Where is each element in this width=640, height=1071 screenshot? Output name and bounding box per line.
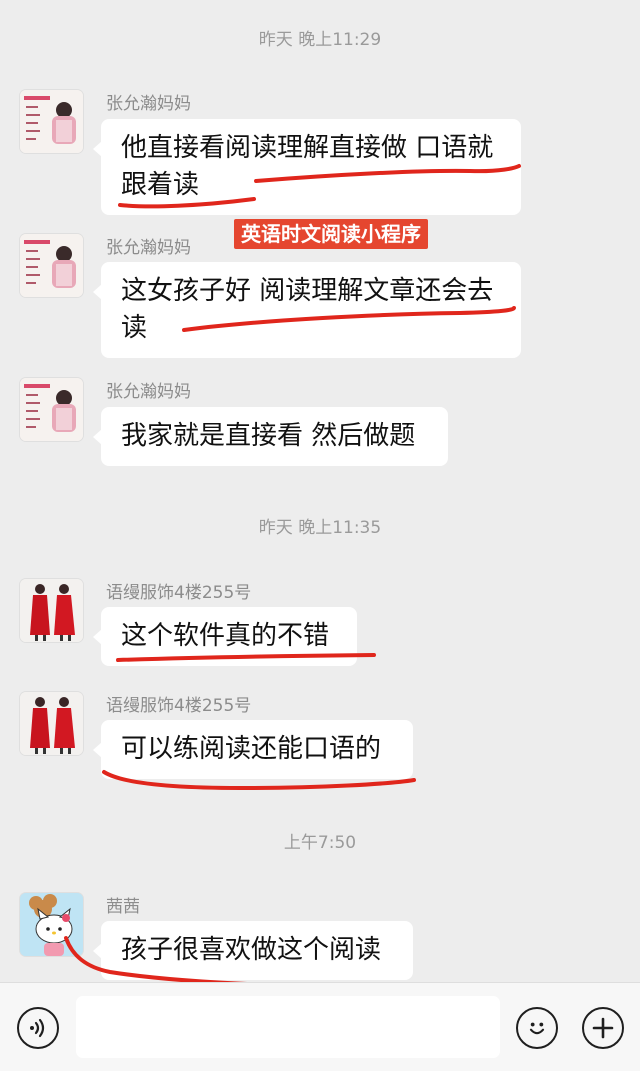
message-bubble[interactable]: 这女孩子好 阅读理解文章还会去读 xyxy=(93,262,521,358)
voice-icon xyxy=(30,1018,45,1038)
sender-name: 茜茜 xyxy=(106,897,140,917)
sender-name: 语缦服饰4楼255号 xyxy=(106,696,252,716)
input-bar xyxy=(0,982,640,1071)
avatar-photo-icon xyxy=(20,378,83,441)
plus-icon xyxy=(592,1017,614,1039)
sender-name: 张允瀚妈妈 xyxy=(106,238,191,258)
message-bubble[interactable]: 他直接看阅读理解直接做 口语就跟着读 xyxy=(93,119,521,215)
hello-kitty-avatar-icon xyxy=(20,893,83,956)
avatar-photo-icon xyxy=(20,692,83,755)
message-text: 这女孩子好 阅读理解文章还会去读 xyxy=(121,276,494,343)
message-text: 孩子很喜欢做这个阅读 xyxy=(121,935,382,965)
voice-button[interactable] xyxy=(17,1007,59,1049)
sender-name: 语缦服饰4楼255号 xyxy=(106,583,252,603)
message-text: 这个软件真的不错 xyxy=(121,621,330,651)
avatar[interactable] xyxy=(20,378,83,441)
sender-name: 张允瀚妈妈 xyxy=(106,94,191,114)
plus-button[interactable] xyxy=(582,1007,624,1049)
avatar-photo-icon xyxy=(20,579,83,642)
message-bubble[interactable]: 这个软件真的不错 xyxy=(93,607,357,666)
emoji-button[interactable] xyxy=(516,1007,558,1049)
timestamp: 昨天 晚上11:29 xyxy=(258,30,382,50)
timestamp: 昨天 晚上11:35 xyxy=(258,518,382,538)
avatar[interactable] xyxy=(20,893,83,956)
avatar-photo-icon xyxy=(20,234,83,297)
message-input[interactable] xyxy=(76,996,500,1058)
sender-name: 张允瀚妈妈 xyxy=(106,382,191,402)
message-text: 他直接看阅读理解直接做 口语就跟着读 xyxy=(121,133,494,200)
avatar[interactable] xyxy=(20,90,83,153)
message-bubble[interactable]: 可以练阅读还能口语的 xyxy=(93,720,413,779)
message-bubble[interactable]: 孩子很喜欢做这个阅读 xyxy=(93,921,413,980)
avatar[interactable] xyxy=(20,692,83,755)
timestamp: 上午7:50 xyxy=(283,833,357,853)
promo-label: 英语时文阅读小程序 xyxy=(234,219,428,249)
avatar[interactable] xyxy=(20,234,83,297)
avatar[interactable] xyxy=(20,579,83,642)
emoji-icon xyxy=(529,1022,545,1035)
message-text: 可以练阅读还能口语的 xyxy=(121,734,382,764)
message-bubble[interactable]: 我家就是直接看 然后做题 xyxy=(93,407,448,466)
avatar-photo-icon xyxy=(20,90,83,153)
message-text: 我家就是直接看 然后做题 xyxy=(121,421,416,451)
